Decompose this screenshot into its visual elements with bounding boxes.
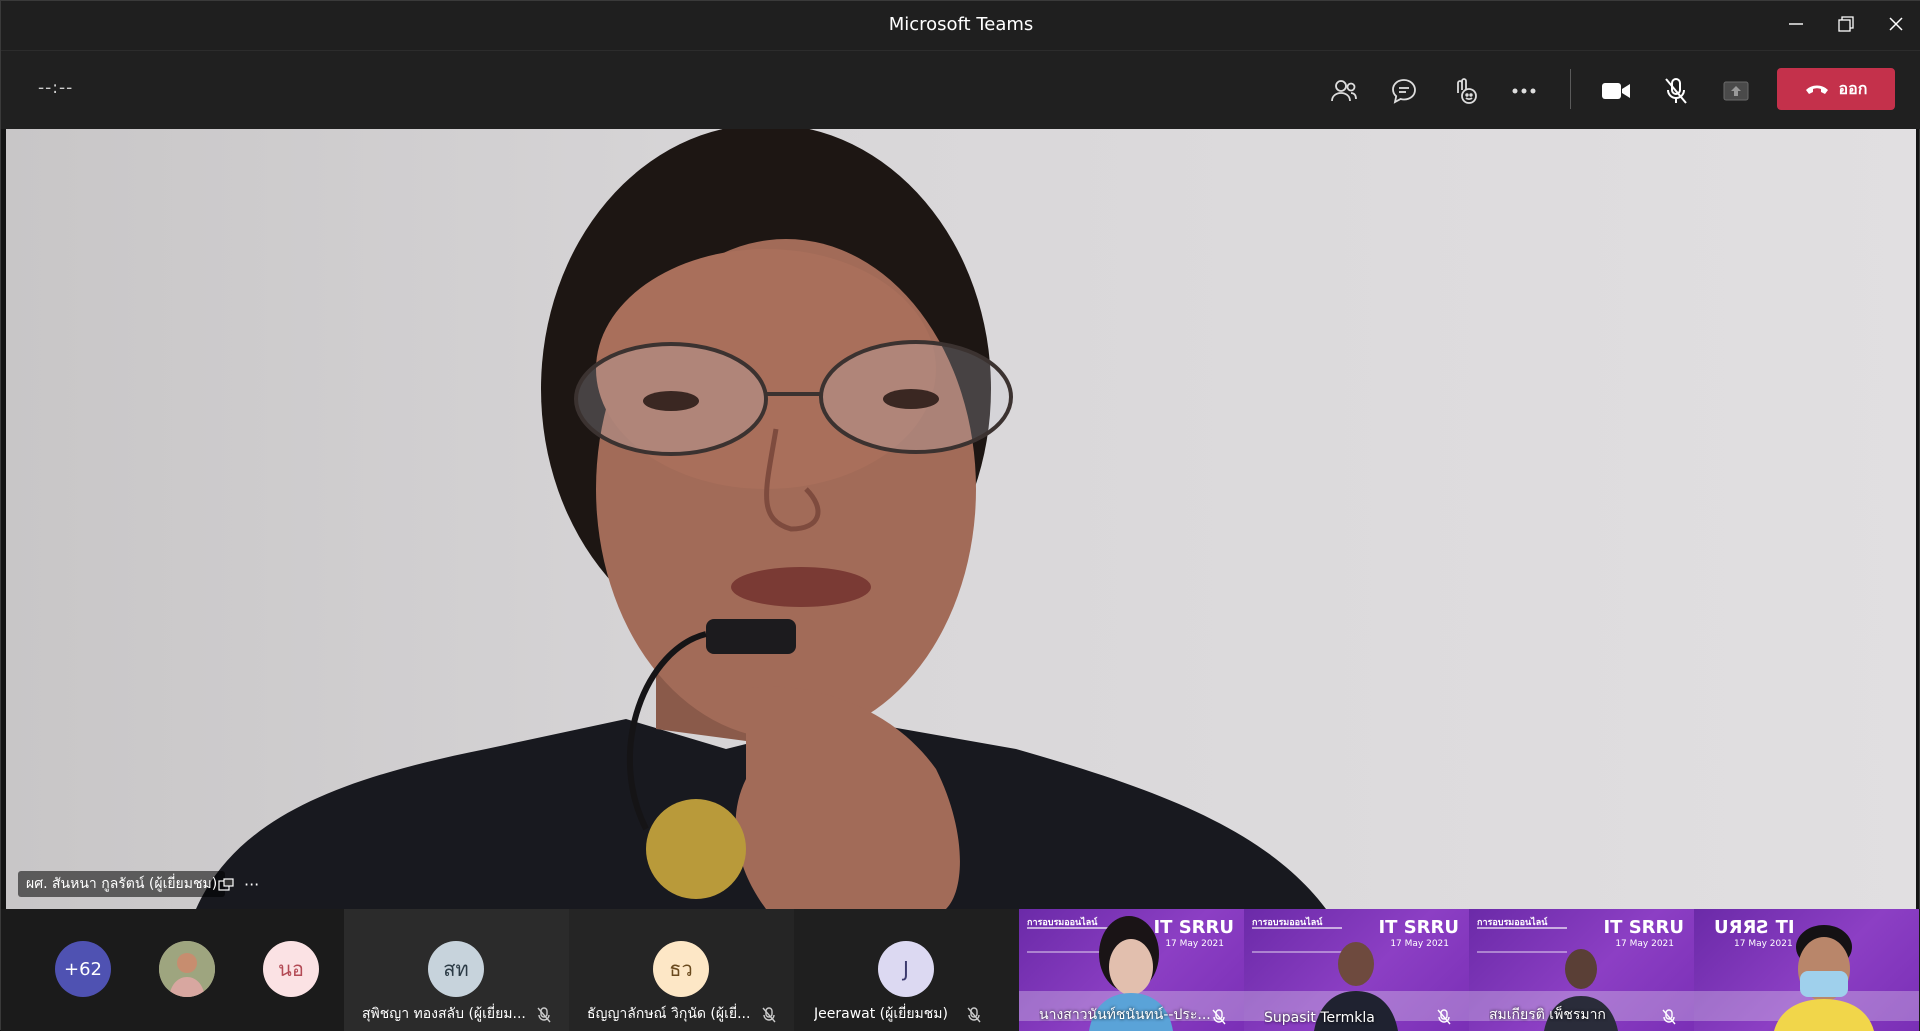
camera-button[interactable] <box>1596 71 1636 111</box>
mute-button[interactable] <box>1656 71 1696 111</box>
mic-off-icon <box>1665 78 1687 104</box>
mic-off-icon <box>1437 1009 1451 1025</box>
participant-video-tile[interactable]: การอบรมออนไลน์ IT SRRU 17 May 2021 นางสา… <box>1019 909 1244 1031</box>
restore-button[interactable] <box>1821 1 1871 47</box>
participant-initials: J <box>903 957 909 981</box>
participant-tile[interactable]: J Jeerawat (ผู้เยี่ยมชม) <box>794 909 1019 1031</box>
share-icon <box>1723 81 1749 101</box>
participant-name: Jeerawat (ผู้เยี่ยมชม) <box>814 1006 948 1022</box>
participant-name: นางสาวนันท์ชนันทน์--ประ... <box>1039 1007 1211 1023</box>
chat-icon <box>1392 79 1416 104</box>
close-button[interactable] <box>1871 1 1920 47</box>
participant-name: Supasit Termkla <box>1264 1010 1375 1026</box>
mic-off-icon <box>967 1007 981 1023</box>
participant-name: ธัญญาลักษณ์ วิกุนัด (ผู้เยี่... <box>587 1006 751 1022</box>
window-title: Microsoft Teams <box>888 14 1034 35</box>
restore-icon <box>1838 16 1854 32</box>
close-icon <box>1889 17 1903 31</box>
participant-initials-avatar[interactable]: นอ <box>263 941 319 997</box>
minimize-icon <box>1789 23 1803 25</box>
share-button[interactable] <box>1716 71 1756 111</box>
meeting-timer: --:-- <box>38 78 74 98</box>
speaker-name-label: ผศ. สันหนา กูลรัตน์ (ผู้เยี่ยมชม) <box>18 871 226 897</box>
participant-video-tile[interactable]: การอบรมออนไลน์ IT SRRU 17 May 2021 Supas… <box>1244 909 1469 1031</box>
participant-avatar: สท <box>428 941 484 997</box>
mic-off-icon <box>1212 1009 1226 1025</box>
participant-tile[interactable]: สท สุพิชญา ทองสลับ (ผู้เยี่ยม... <box>344 909 569 1031</box>
more-icon <box>1512 88 1536 94</box>
phone-hangup-icon <box>1805 85 1828 94</box>
participant-avatar: J <box>878 941 934 997</box>
toolbar-divider <box>1570 69 1571 109</box>
pin-icon[interactable] <box>218 877 234 892</box>
profile-photo-image <box>159 941 215 997</box>
avatar-initials: นอ <box>278 957 304 981</box>
more-actions-button[interactable] <box>1504 71 1544 111</box>
meeting-controls-bar: --:-- ออก <box>1 51 1920 129</box>
mic-off-icon <box>1662 1009 1676 1025</box>
participants-icon <box>1331 80 1357 102</box>
mic-off-icon <box>762 1007 776 1023</box>
speaker-video-image <box>196 129 1326 909</box>
speaker-label-actions: ··· <box>218 875 259 894</box>
participant-strip: +62 นอ สท สุพิชญา ทองสลับ (ผู้เยี่ยม... … <box>1 909 1920 1031</box>
main-video[interactable]: ผศ. สันหนา กูลรัตน์ (ผู้เยี่ยมชม) ··· <box>6 129 1916 909</box>
reactions-button[interactable] <box>1444 71 1484 111</box>
participant-name: สมเกียรติ เพ็ชรมาก <box>1489 1007 1606 1023</box>
participants-button[interactable] <box>1324 71 1364 111</box>
participant-photo-avatar[interactable] <box>159 941 215 997</box>
participant-avatar: ธว <box>653 941 709 997</box>
participant-initials: สท <box>443 957 469 981</box>
overflow-participants-button[interactable]: +62 <box>55 941 111 997</box>
participant-tile[interactable]: ธว ธัญญาลักษณ์ วิกุนัด (ผู้เยี่... <box>569 909 794 1031</box>
reactions-icon <box>1457 78 1477 104</box>
participant-initials: ธว <box>669 957 693 981</box>
title-bar: Microsoft Teams <box>1 1 1920 51</box>
speaker-more-button[interactable]: ··· <box>244 875 259 894</box>
minimize-button[interactable] <box>1771 1 1821 47</box>
leave-button[interactable]: ออก <box>1777 68 1895 110</box>
teams-window: Microsoft Teams --:-- ออก ผศ. สันหนา กูล… <box>0 0 1920 1031</box>
leave-label: ออก <box>1838 78 1868 98</box>
chat-button[interactable] <box>1384 71 1424 111</box>
speaker-name: ผศ. สันหนา กูลรัตน์ (ผู้เยี่ยมชม) <box>26 876 218 892</box>
participant-video-tile[interactable]: การอบรมออนไลน์ IT SRRU 17 May 2021 สมเกี… <box>1469 909 1694 1031</box>
participant-video-image <box>1774 925 1874 1031</box>
mic-off-icon <box>537 1007 551 1023</box>
participant-name: สุพิชญา ทองสลับ (ผู้เยี่ยม... <box>362 1006 526 1022</box>
camera-icon <box>1602 83 1630 99</box>
participant-video-tile[interactable]: UЯЯƧ TI 17 May 2021 <box>1694 909 1919 1031</box>
overflow-count: +62 <box>64 958 102 980</box>
